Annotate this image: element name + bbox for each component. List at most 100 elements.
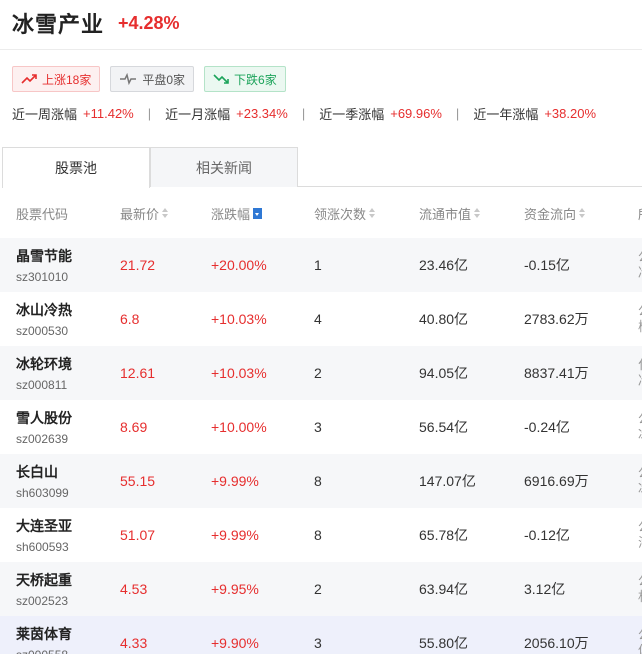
sector-change: +4.28% xyxy=(118,12,180,33)
table-row[interactable]: 冰轮环境 sz000811 12.61 +10.03% 2 94.05亿 8837.41万 化… xyxy=(0,346,642,400)
perf-week-value: +11.42% xyxy=(83,106,134,121)
change-pct: +10.03% xyxy=(211,311,267,327)
latest-price: 4.33 xyxy=(120,635,148,651)
table-row[interactable]: 雪人股份 sz002639 8.69 +10.00% 3 56.54亿 -0.24亿 公冰 xyxy=(0,400,642,454)
truncated-column-text: 公体 xyxy=(638,616,642,654)
table-row[interactable]: 大连圣亚 sh600593 51.07 +9.99% 8 65.78亿 -0.12亿 公海 xyxy=(0,508,642,562)
stock-name-cell[interactable]: 长白山 sh603099 xyxy=(16,454,69,508)
change-pct: +10.00% xyxy=(211,419,267,435)
col-header-truncated: 所 xyxy=(638,188,642,238)
sector-header: 冰雪产业 +4.28% xyxy=(12,6,180,40)
fund-flow: -0.15亿 xyxy=(524,257,570,273)
tab-stock-pool[interactable]: 股票池 xyxy=(2,147,150,188)
lead-count: 8 xyxy=(314,473,322,489)
perf-separator: | xyxy=(455,106,460,121)
falling-count-label: 下跌6家 xyxy=(234,72,277,87)
stock-name[interactable]: 冰山冷热 xyxy=(16,300,72,320)
perf-week-label: 近一周涨幅 xyxy=(12,107,78,122)
fund-flow: 2056.10万 xyxy=(524,635,589,651)
perf-year-value: +38.20% xyxy=(544,106,597,121)
sort-icon xyxy=(474,208,481,218)
fund-flow: 8837.41万 xyxy=(524,365,589,381)
table-row[interactable]: 长白山 sh603099 55.15 +9.99% 8 147.07亿 6916.69万 公冰 xyxy=(0,454,642,508)
stock-name[interactable]: 天桥起重 xyxy=(16,570,72,590)
truncated-column-text: 公机 xyxy=(638,562,642,616)
table-header: 股票代码 最新价 涨跌幅 领涨次数 流通市值 资金流向 所 xyxy=(0,188,642,238)
falling-count-badge[interactable]: 下跌6家 xyxy=(204,66,286,92)
col-header-market-cap[interactable]: 流通市值 xyxy=(419,188,481,238)
fund-flow: 2783.62万 xyxy=(524,311,589,327)
lead-count: 2 xyxy=(314,581,322,597)
truncated-column-text: 公冰 xyxy=(638,454,642,508)
stock-code: sh603099 xyxy=(16,486,69,500)
breadth-badges: 上涨18家 平盘0家 下跌6家 xyxy=(12,66,286,92)
market-cap: 94.05亿 xyxy=(419,365,469,381)
col-header-fund-flow[interactable]: 资金流向 xyxy=(524,188,586,238)
rising-count-label: 上涨18家 xyxy=(42,72,92,87)
table-row[interactable]: 天桥起重 sz002523 4.53 +9.95% 2 63.94亿 3.12亿 公机 xyxy=(0,562,642,616)
stock-name-cell[interactable]: 冰轮环境 sz000811 xyxy=(16,346,72,400)
latest-price: 8.69 xyxy=(120,419,148,435)
stock-code: sz000811 xyxy=(16,378,68,392)
stock-name-cell[interactable]: 天桥起重 sz002523 xyxy=(16,562,72,616)
truncated-column-text: 公械 xyxy=(638,292,642,346)
stock-name[interactable]: 莱茵体育 xyxy=(16,624,72,644)
stock-name-cell[interactable]: 晶雪节能 sz301010 xyxy=(16,238,72,292)
stock-name-cell[interactable]: 大连圣亚 sh600593 xyxy=(16,508,72,562)
latest-price: 21.72 xyxy=(120,257,156,273)
perf-quarter-value: +69.96% xyxy=(390,106,442,121)
perf-year-label: 近一年涨幅 xyxy=(473,107,539,122)
stock-name-cell[interactable]: 莱茵体育 sz000558 xyxy=(16,616,72,654)
col-header-price[interactable]: 最新价 xyxy=(120,188,169,238)
col-header-lead-count[interactable]: 领涨次数 xyxy=(314,188,376,238)
latest-price: 55.15 xyxy=(120,473,156,489)
lead-count: 3 xyxy=(314,635,322,651)
performance-strip: 近一周涨幅 +11.42% | 近一月涨幅 +23.34% | 近一季涨幅 +6… xyxy=(12,104,596,123)
fund-flow: 6916.69万 xyxy=(524,473,589,489)
tab-related-news[interactable]: 相关新闻 xyxy=(150,147,298,187)
stock-name[interactable]: 长白山 xyxy=(16,462,58,482)
perf-separator: | xyxy=(301,106,306,121)
col-header-change-pct[interactable]: 涨跌幅 xyxy=(211,188,263,238)
stock-code: sz301010 xyxy=(16,270,69,284)
table-row[interactable]: 莱茵体育 sz000558 4.33 +9.90% 3 55.80亿 2056.10万 公体 xyxy=(0,616,642,654)
change-pct: +10.03% xyxy=(211,365,267,381)
header-divider xyxy=(0,49,642,50)
sort-icon xyxy=(579,208,586,218)
latest-price: 4.53 xyxy=(120,581,148,597)
lead-count: 3 xyxy=(314,419,322,435)
market-cap: 55.80亿 xyxy=(419,635,469,651)
trend-up-icon xyxy=(21,74,37,84)
table-row[interactable]: 冰山冷热 sz000530 6.8 +10.03% 4 40.80亿 2783.62万 公械 xyxy=(0,292,642,346)
market-cap: 63.94亿 xyxy=(419,581,469,597)
lead-count: 2 xyxy=(314,365,322,381)
market-cap: 147.07亿 xyxy=(419,473,476,489)
stock-name[interactable]: 冰轮环境 xyxy=(16,354,72,374)
fund-flow: -0.24亿 xyxy=(524,419,570,435)
stock-name-cell[interactable]: 冰山冷热 sz000530 xyxy=(16,292,72,346)
latest-price: 6.8 xyxy=(120,311,140,327)
market-cap: 65.78亿 xyxy=(419,527,469,543)
col-header-code: 股票代码 xyxy=(16,206,69,222)
lead-count: 4 xyxy=(314,311,322,327)
perf-quarter-label: 近一季涨幅 xyxy=(319,107,385,122)
stock-name[interactable]: 雪人股份 xyxy=(16,408,72,428)
truncated-column-text: 公冰 xyxy=(638,400,642,454)
truncated-column-text: 公冷 xyxy=(638,238,642,292)
stock-name[interactable]: 大连圣亚 xyxy=(16,516,72,536)
truncated-column-text: 化冷 xyxy=(638,346,642,400)
lead-count: 1 xyxy=(314,257,322,273)
stock-code: sz000558 xyxy=(16,648,68,654)
sector-title: 冰雪产业 xyxy=(12,12,105,37)
sort-icon xyxy=(162,208,169,218)
stock-name[interactable]: 晶雪节能 xyxy=(16,246,72,266)
change-pct: +9.90% xyxy=(211,635,259,651)
stock-name-cell[interactable]: 雪人股份 sz002639 xyxy=(16,400,72,454)
perf-month-value: +23.34% xyxy=(236,106,288,121)
flat-count-badge[interactable]: 平盘0家 xyxy=(110,66,195,92)
rising-count-badge[interactable]: 上涨18家 xyxy=(12,66,101,92)
stock-code: sz000530 xyxy=(16,324,69,338)
stock-table-body: 晶雪节能 sz301010 21.72 +20.00% 1 23.46亿 -0.15亿 公冷冰… xyxy=(0,238,642,654)
table-row[interactable]: 晶雪节能 sz301010 21.72 +20.00% 1 23.46亿 -0.15亿 公冷 xyxy=(0,238,642,292)
change-pct: +9.95% xyxy=(211,581,259,597)
